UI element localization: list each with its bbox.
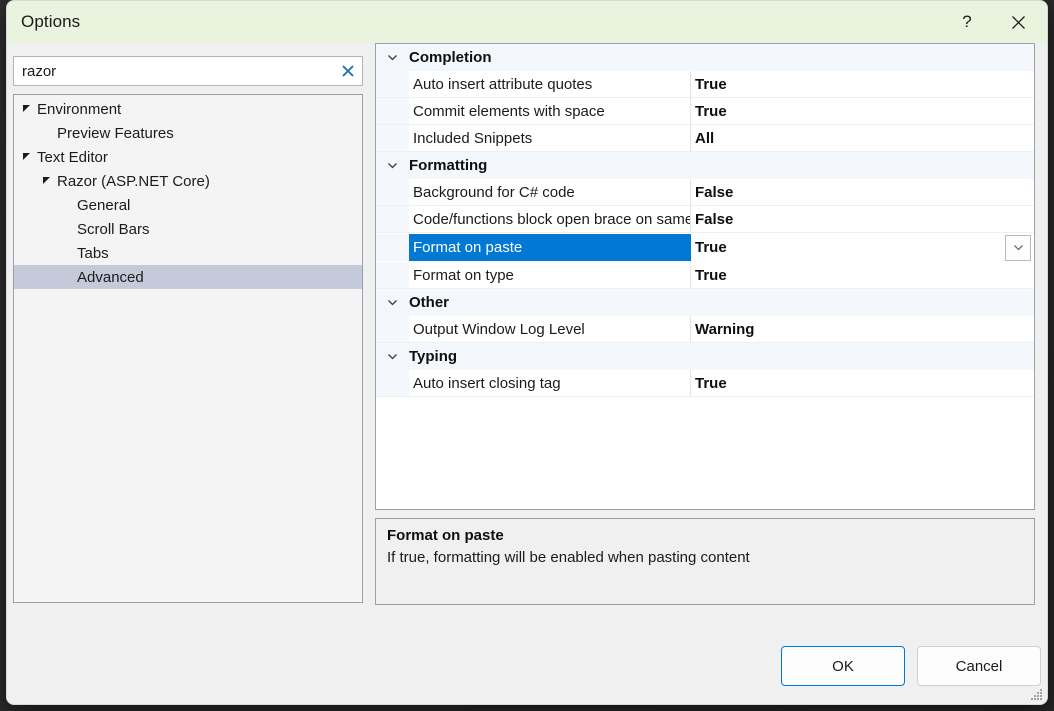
grid-category-other[interactable]: Other bbox=[376, 289, 1034, 316]
grid-gutter bbox=[376, 179, 409, 205]
grid-category-label: Other bbox=[409, 294, 450, 311]
options-dialog: Options ? razor Environment Preview Feat… bbox=[6, 0, 1048, 705]
tree-item-text-editor[interactable]: Text Editor bbox=[14, 145, 362, 169]
clear-icon bbox=[342, 65, 354, 77]
description-panel: Format on paste If true, formatting will… bbox=[375, 518, 1035, 605]
description-title: Format on paste bbox=[387, 527, 504, 544]
desktop-background: Options ? razor Environment Preview Feat… bbox=[0, 0, 1054, 711]
tree-item-label: General bbox=[77, 196, 131, 214]
grid-gutter bbox=[376, 370, 409, 396]
grid-property-name[interactable]: Background for C# code bbox=[409, 179, 691, 205]
grid-gutter bbox=[376, 234, 409, 261]
tree-item-general[interactable]: General bbox=[14, 193, 362, 217]
grid-gutter bbox=[376, 316, 409, 342]
grid-category-label: Formatting bbox=[409, 157, 488, 174]
grid-row[interactable]: Included Snippets All bbox=[376, 125, 1034, 152]
grid-property-value[interactable]: True bbox=[691, 71, 1034, 97]
grid-row[interactable]: Commit elements with space True bbox=[376, 98, 1034, 125]
tree-expander-placeholder bbox=[58, 201, 74, 210]
grid-row[interactable]: Format on paste True bbox=[376, 233, 1034, 262]
grid-property-value[interactable]: All bbox=[691, 125, 1034, 151]
tree-item-advanced[interactable]: Advanced bbox=[14, 265, 362, 289]
left-pane: Environment Preview Features Text Editor Ra… bbox=[13, 56, 363, 603]
close-button[interactable] bbox=[995, 1, 1041, 43]
grid-property-value[interactable]: True bbox=[691, 98, 1034, 124]
grid-gutter bbox=[376, 206, 409, 232]
tree-expander-placeholder bbox=[38, 129, 54, 138]
grid-property-value[interactable]: Warning bbox=[691, 316, 1034, 342]
grid-category-label: Completion bbox=[409, 49, 492, 66]
tree-item-preview-features[interactable]: Preview Features bbox=[14, 121, 362, 145]
grid-gutter bbox=[376, 71, 409, 97]
grid-row[interactable]: Output Window Log Level Warning bbox=[376, 316, 1034, 343]
close-icon bbox=[1011, 15, 1025, 29]
grid-property-name[interactable]: Included Snippets bbox=[409, 125, 691, 151]
tree-item-tabs[interactable]: Tabs bbox=[14, 241, 362, 265]
chevron-down-icon[interactable] bbox=[376, 51, 409, 64]
property-grid[interactable]: Completion Auto insert attribute quotes Tr… bbox=[375, 43, 1035, 510]
description-text: If true, formatting will be enabled when… bbox=[387, 549, 750, 566]
grid-category-formatting[interactable]: Formatting bbox=[376, 152, 1034, 179]
grid-category-completion[interactable]: Completion bbox=[376, 44, 1034, 71]
dialog-body: Environment Preview Features Text Editor Ra… bbox=[7, 43, 1047, 704]
grid-property-value[interactable]: False bbox=[691, 206, 1034, 232]
tree-expander-expanded-icon[interactable] bbox=[18, 152, 34, 162]
grid-property-name[interactable]: Format on type bbox=[409, 262, 691, 288]
grid-row[interactable]: Auto insert attribute quotes True bbox=[376, 71, 1034, 98]
ok-button[interactable]: OK bbox=[781, 646, 905, 686]
grid-category-typing[interactable]: Typing bbox=[376, 343, 1034, 370]
tree-item-scroll-bars[interactable]: Scroll Bars bbox=[14, 217, 362, 241]
grid-gutter bbox=[376, 262, 409, 288]
grid-gutter bbox=[376, 125, 409, 151]
tree-item-label: Advanced bbox=[77, 268, 144, 286]
grid-property-name[interactable]: Auto insert attribute quotes bbox=[409, 71, 691, 97]
chevron-down-icon[interactable] bbox=[376, 350, 409, 363]
grid-property-name[interactable]: Auto insert closing tag bbox=[409, 370, 691, 396]
grid-row[interactable]: Auto insert closing tag True bbox=[376, 370, 1034, 397]
tree-expander-placeholder bbox=[58, 249, 74, 258]
dialog-titlebar: Options ? bbox=[7, 1, 1047, 43]
tree-item-label: Environment bbox=[37, 100, 122, 118]
tree-item-label: Razor (ASP.NET Core) bbox=[57, 172, 210, 190]
grid-property-value[interactable]: False bbox=[691, 179, 1034, 205]
grid-property-name[interactable]: Output Window Log Level bbox=[409, 316, 691, 342]
tree-item-label: Tabs bbox=[77, 244, 109, 262]
dialog-footer: OK Cancel bbox=[781, 646, 1041, 686]
tree-item-label: Scroll Bars bbox=[77, 220, 150, 238]
tree-item-label: Text Editor bbox=[37, 148, 108, 166]
cancel-button[interactable]: Cancel bbox=[917, 646, 1041, 686]
help-button[interactable]: ? bbox=[944, 1, 990, 43]
grid-row[interactable]: Background for C# code False bbox=[376, 179, 1034, 206]
search-box[interactable] bbox=[13, 56, 363, 86]
grid-property-value[interactable]: True bbox=[691, 234, 1034, 261]
chevron-down-icon bbox=[1013, 245, 1023, 251]
chevron-down-icon[interactable] bbox=[376, 159, 409, 172]
resize-grip-icon[interactable] bbox=[1031, 689, 1043, 701]
options-tree[interactable]: Environment Preview Features Text Editor Ra… bbox=[13, 94, 363, 603]
tree-expander-expanded-icon[interactable] bbox=[38, 176, 54, 186]
grid-property-value[interactable]: True bbox=[691, 262, 1034, 288]
grid-property-value[interactable]: True bbox=[691, 370, 1034, 396]
grid-gutter bbox=[376, 98, 409, 124]
tree-item-razor-asp-net-core[interactable]: Razor (ASP.NET Core) bbox=[14, 169, 362, 193]
grid-property-name[interactable]: Format on paste bbox=[409, 234, 691, 261]
grid-row[interactable]: Code/functions block open brace on same … bbox=[376, 206, 1034, 233]
tree-item-label: Preview Features bbox=[57, 124, 174, 142]
value-dropdown-button[interactable] bbox=[1005, 234, 1031, 261]
tree-expander-placeholder bbox=[58, 273, 74, 282]
grid-property-name[interactable]: Commit elements with space bbox=[409, 98, 691, 124]
tree-expander-placeholder bbox=[58, 225, 74, 234]
search-clear-button[interactable] bbox=[340, 63, 356, 79]
grid-category-label: Typing bbox=[409, 348, 458, 365]
grid-row[interactable]: Format on type True bbox=[376, 262, 1034, 289]
tree-expander-expanded-icon[interactable] bbox=[18, 104, 34, 114]
tree-item-environment[interactable]: Environment bbox=[14, 97, 362, 121]
dialog-title: Options bbox=[21, 11, 81, 31]
grid-property-name[interactable]: Code/functions block open brace on same … bbox=[409, 206, 691, 232]
question-mark-icon: ? bbox=[962, 12, 972, 31]
chevron-down-icon[interactable] bbox=[376, 296, 409, 309]
search-input[interactable] bbox=[14, 57, 362, 85]
